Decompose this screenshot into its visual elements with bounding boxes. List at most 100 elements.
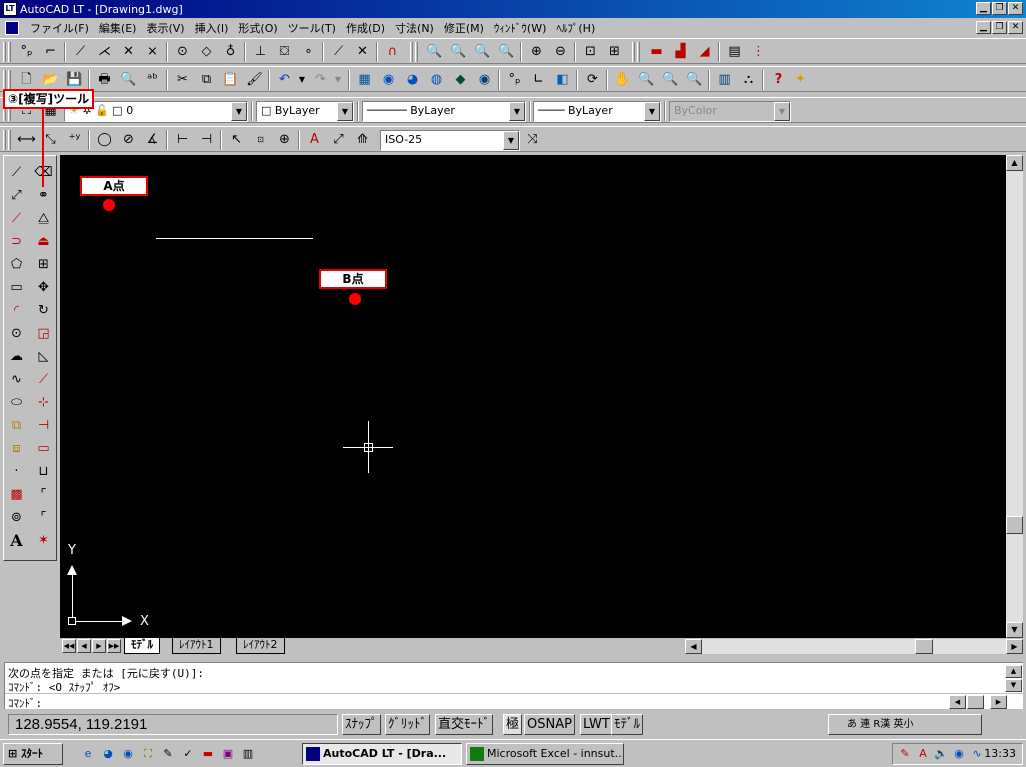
snap-tangent-icon[interactable]: ♁ — [220, 42, 241, 62]
cmd-scroll-left-icon[interactable]: ◀ — [949, 695, 966, 709]
tab-prev-icon[interactable]: ◀ — [77, 639, 91, 653]
draw-revision-cloud-icon[interactable]: ☁ — [5, 346, 28, 368]
tray-pen-icon[interactable]: ✎ — [897, 746, 913, 762]
snap-node-icon[interactable]: ∘ — [298, 42, 319, 62]
coordinates-readout[interactable]: 128.9554, 119.2191 — [8, 714, 338, 735]
menu-help[interactable]: ﾍﾙﾌﾟ(H) — [551, 20, 600, 36]
chevron-down-icon[interactable]: ▼ — [644, 102, 660, 121]
speaker-icon[interactable]: 🔈 — [933, 746, 949, 762]
dim-linear-icon[interactable]: ▬ — [646, 42, 667, 62]
draw-circle-icon[interactable]: ⊙ — [5, 323, 28, 345]
modify-mirror-icon[interactable]: ⧋ — [32, 208, 55, 230]
model-toggle[interactable]: ﾓﾃﾞﾙ — [611, 714, 643, 735]
dim-angular-icon[interactable]: ∡ — [142, 130, 163, 150]
object-snap-icon[interactable]: °ₚ — [504, 70, 525, 90]
desktop-icon[interactable]: ⛶ — [140, 746, 156, 762]
toolbar-grip[interactable] — [8, 42, 11, 62]
clock[interactable]: 13:33 — [984, 744, 1016, 764]
dim-continue-icon[interactable]: ⊣ — [196, 130, 217, 150]
dim-diameter-icon[interactable]: ⊘ — [118, 130, 139, 150]
color-combo[interactable]: □ ByLayer ▼ — [256, 101, 354, 122]
horizontal-scroll-thumb[interactable] — [915, 639, 933, 654]
tray-media-icon[interactable]: ∿ — [969, 746, 985, 762]
polar-toggle[interactable]: 極 — [503, 714, 523, 735]
doc-minimize-button[interactable]: ▁ — [976, 21, 991, 34]
ortho-toggle[interactable]: 直交ﾓｰﾄﾞ — [435, 714, 494, 735]
modify-extend-icon[interactable]: ⊣ — [32, 415, 55, 437]
modify-lengthen-icon[interactable]: ⟋ — [32, 369, 55, 391]
zoom-all-icon[interactable]: ⊡ — [580, 42, 601, 62]
chevron-down-icon[interactable]: ▼ — [503, 131, 519, 150]
browse-web-icon[interactable]: ◕ — [402, 70, 423, 90]
undo-dropdown-icon[interactable]: ▼ — [296, 70, 308, 90]
insert-block-icon[interactable]: ⧉ — [5, 415, 28, 437]
modify-fillet-icon[interactable]: ⌜ — [32, 507, 55, 529]
vertical-scrollbar[interactable]: ▲ ▼ — [1006, 155, 1023, 638]
dim-text-edit-icon[interactable]: ⤢ — [328, 130, 349, 150]
snap-intersection-icon[interactable]: ✕ — [118, 42, 139, 62]
ie-icon[interactable]: e — [80, 746, 96, 762]
draw-polygon-icon[interactable]: ⬠ — [5, 254, 28, 276]
save-icon[interactable]: 💾 — [64, 70, 85, 90]
command-prompt[interactable]: ｺﾏﾝﾄﾞ: — [8, 695, 42, 711]
draw-mtext-icon[interactable]: A — [5, 530, 28, 552]
command-window[interactable]: 次の点を指定 または [元に戻す(U)]: ｺﾏﾝﾄﾞ: <O ｽﾅｯﾌﾟ ｵﾌ… — [4, 662, 1024, 711]
dimstyle-combo[interactable]: ISO-25 ▼ — [380, 130, 520, 151]
modify-copy-icon[interactable]: ⚭ — [32, 185, 55, 207]
minimize-button[interactable]: ▁ — [976, 2, 991, 15]
zoom-realtime-icon[interactable]: 🔍 — [636, 70, 657, 90]
redo-dropdown-icon[interactable]: ▼ — [332, 70, 344, 90]
zoom-extents-icon[interactable]: ⊞ — [604, 42, 625, 62]
menu-insert[interactable]: 挿入(I) — [190, 20, 234, 36]
scroll-right-icon[interactable]: ▶ — [1006, 639, 1023, 654]
tray-ime-icon[interactable]: A — [915, 746, 931, 762]
menu-tools[interactable]: ツール(T) — [283, 20, 341, 36]
autocad-app-icon[interactable]: LT — [3, 2, 17, 16]
dim-style-icon[interactable]: ⤨ — [522, 130, 543, 150]
named-views-icon[interactable]: ◧ — [552, 70, 573, 90]
snap-endpoint-icon[interactable]: ⟋ — [70, 42, 91, 62]
scroll-up-icon[interactable]: ▲ — [1006, 155, 1023, 171]
maximize-button[interactable]: ❐ — [992, 2, 1007, 15]
tab-model[interactable]: ﾓﾃﾞﾙ — [124, 638, 160, 654]
paste-icon[interactable]: 📋 — [220, 70, 241, 90]
publish-web-icon[interactable]: ◉ — [474, 70, 495, 90]
snap-quadrant-icon[interactable]: ◇ — [196, 42, 217, 62]
grid-toggle[interactable]: ｸﾞﾘｯﾄﾞ — [385, 714, 430, 735]
draw-spline-icon[interactable]: ∿ — [5, 369, 28, 391]
dim-baseline-icon[interactable]: ⊢ — [172, 130, 193, 150]
modify-explode-icon[interactable]: ✶ — [32, 530, 55, 552]
snap-perpendicular-icon[interactable]: ⊥ — [250, 42, 271, 62]
tab-layout2[interactable]: ﾚｲｱｳﾄ2 — [236, 638, 285, 654]
adcenter-icon[interactable]: ⛬ — [738, 70, 759, 90]
start-button[interactable]: ⊞ ｽﾀｰﾄ — [3, 743, 63, 765]
modify-chamfer-icon[interactable]: ⌜ — [32, 484, 55, 506]
dim-center-mark-icon[interactable]: ⊕ — [274, 130, 295, 150]
doc-close-button[interactable]: ✕ — [1008, 21, 1023, 34]
locate-point-icon[interactable]: ⋮ — [748, 42, 769, 62]
quicklaunch-icon-6[interactable]: ✓ — [180, 746, 196, 762]
menu-edit[interactable]: 編集(E) — [94, 20, 142, 36]
dim-radius-icon[interactable]: ◯ — [94, 130, 115, 150]
tab-layout1[interactable]: ﾚｲｱｳﾄ1 — [172, 638, 221, 654]
draw-rectangle-icon[interactable]: ▭ — [5, 277, 28, 299]
channel-icon[interactable]: ◉ — [120, 746, 136, 762]
chevron-down-icon[interactable]: ▼ — [509, 102, 525, 121]
menu-modify[interactable]: 修正(M) — [439, 20, 489, 36]
cmd-scroll-up-icon[interactable]: ▲ — [1005, 665, 1022, 678]
dim-aligned-icon[interactable]: ▟ — [670, 42, 691, 62]
snap-center-icon[interactable]: ⊙ — [172, 42, 193, 62]
dim-tolerance-icon[interactable]: ⊡ — [250, 130, 271, 150]
drawn-line[interactable] — [156, 238, 313, 239]
zoom-out-icon[interactable]: ⊖ — [550, 42, 571, 62]
draw-arc-icon[interactable]: ◜ — [5, 300, 28, 322]
zoom-scale-icon[interactable]: 🔍 — [472, 42, 493, 62]
task-excel[interactable]: Microsoft Excel - innsut... — [466, 743, 624, 765]
menu-window[interactable]: ｳｨﾝﾄﾞｳ(W) — [489, 20, 551, 36]
snap-nearest-icon[interactable]: ⟋ — [328, 42, 349, 62]
draw-polyline-icon[interactable]: ⟋ — [5, 208, 28, 230]
cut-icon[interactable]: ✂ — [172, 70, 193, 90]
task-autocad[interactable]: AutoCAD LT - [Dra... — [302, 743, 462, 765]
quicklaunch-icon-5[interactable]: ✎ — [160, 746, 176, 762]
modify-trim-icon[interactable]: ⊹ — [32, 392, 55, 414]
